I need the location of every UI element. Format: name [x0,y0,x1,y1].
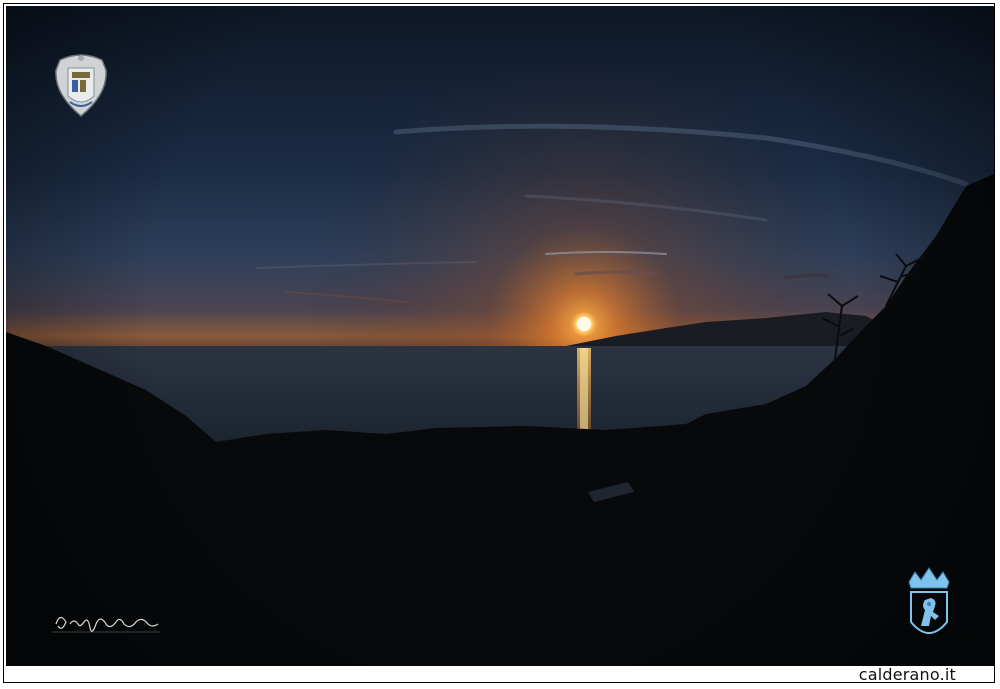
site-label: calderano.it [858,665,956,684]
sunset-photo [6,6,994,666]
vignette [6,6,994,666]
sunset-scene [6,6,994,666]
handwritten-signature [52,616,160,633]
coat-of-arms-icon [55,54,107,117]
photo-footer: calderano.it [6,665,994,685]
lion-crest-icon [908,567,950,634]
